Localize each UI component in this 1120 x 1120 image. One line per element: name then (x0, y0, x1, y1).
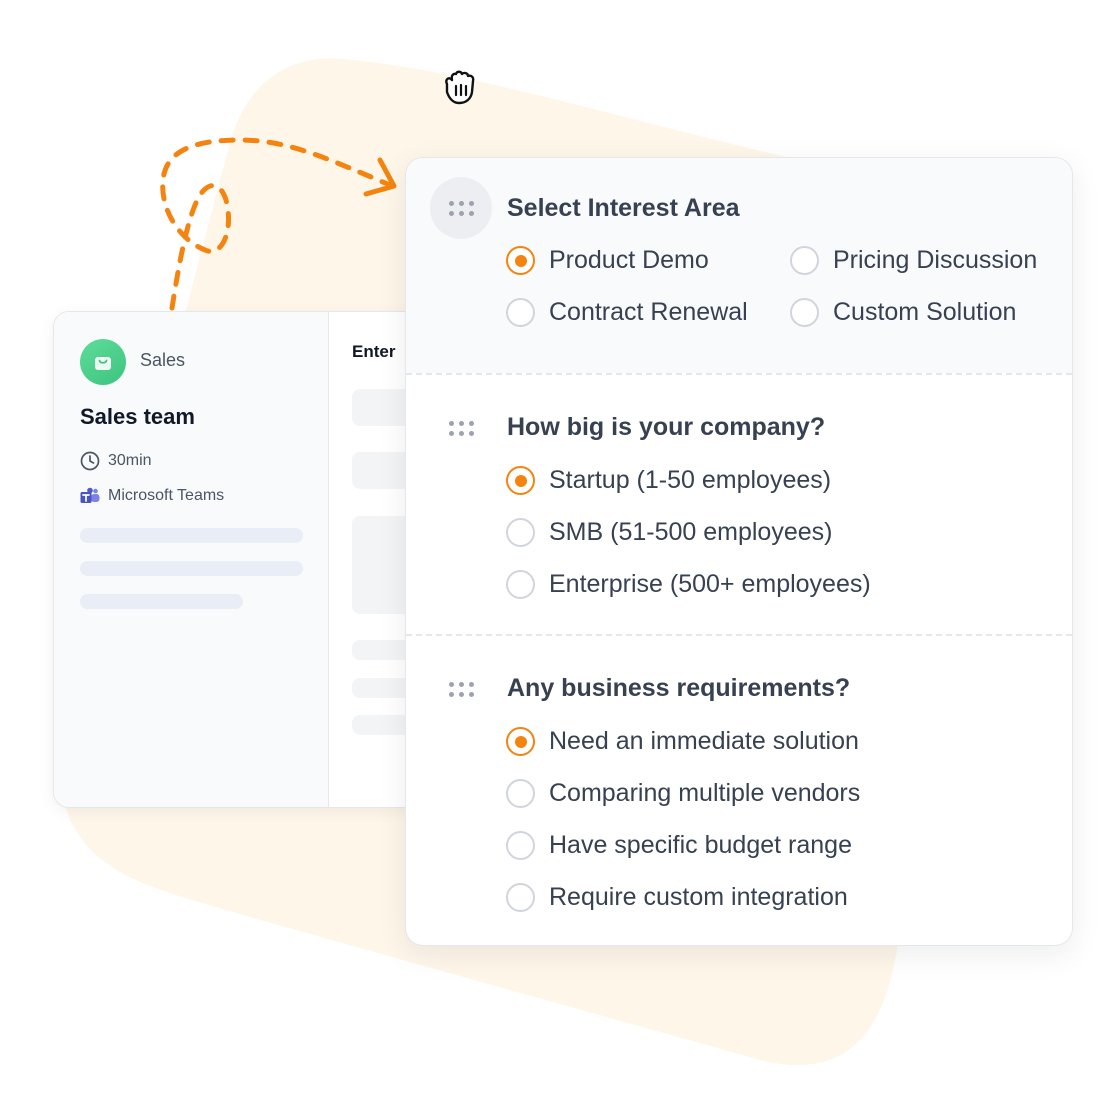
event-summary-panel: Sales Sales team 30min Microsoft Teams (54, 312, 329, 807)
radio-button-checked[interactable] (506, 466, 535, 495)
radio-option[interactable]: Need an immediate solution (506, 727, 859, 756)
radio-option[interactable]: Contract Renewal (506, 298, 748, 327)
question-title: How big is your company? (507, 413, 826, 441)
placeholder-line (80, 528, 303, 543)
option-label: Contract Renewal (549, 298, 748, 326)
duration-row: 30min (80, 451, 152, 471)
option-label: Enterprise (500+ employees) (549, 570, 871, 598)
question-title: Select Interest Area (507, 194, 740, 222)
radio-option[interactable]: Custom Solution (790, 298, 1016, 327)
option-label: Require custom integration (549, 883, 848, 911)
radio-option[interactable]: Have specific budget range (506, 831, 852, 860)
radio-button[interactable] (506, 570, 535, 599)
radio-option[interactable]: Require custom integration (506, 883, 848, 912)
radio-button[interactable] (506, 298, 535, 327)
question-title: Any business requirements? (507, 674, 851, 702)
option-label: Startup (1-50 employees) (549, 466, 832, 494)
shopping-bag-icon (80, 339, 126, 385)
platform-label: Microsoft Teams (108, 487, 225, 504)
details-heading: Enter (352, 342, 396, 361)
option-label: Product Demo (549, 246, 709, 274)
radio-button[interactable] (506, 831, 535, 860)
question-block: Select Interest Area Product Demo Pricin… (406, 158, 1072, 373)
platform-row: Microsoft Teams (80, 487, 224, 505)
question-block: How big is your company? Startup (1-50 e… (406, 373, 1072, 634)
radio-option[interactable]: Comparing multiple vendors (506, 779, 860, 808)
option-label: Pricing Discussion (833, 246, 1038, 274)
option-label: Have specific budget range (549, 831, 852, 859)
radio-option[interactable]: SMB (51-500 employees) (506, 518, 832, 547)
radio-option[interactable]: Pricing Discussion (790, 246, 1037, 275)
option-label: SMB (51-500 employees) (549, 518, 833, 546)
radio-button-checked[interactable] (506, 246, 535, 275)
radio-option[interactable]: Enterprise (500+ employees) (506, 570, 871, 599)
clock-icon (80, 451, 100, 471)
radio-button[interactable] (790, 246, 819, 275)
radio-button[interactable] (506, 518, 535, 547)
radio-button[interactable] (506, 883, 535, 912)
drag-dots-icon[interactable] (430, 177, 492, 239)
radio-button-checked[interactable] (506, 727, 535, 756)
duration-label: 30min (108, 452, 152, 469)
drag-dots-icon[interactable] (430, 397, 492, 459)
app-name: Sales (140, 350, 186, 370)
question-form-card: Select Interest Area Product Demo Pricin… (405, 157, 1073, 946)
radio-option[interactable]: Product Demo (506, 246, 709, 275)
question-block: Any business requirements? Need an immed… (406, 634, 1072, 945)
option-label: Need an immediate solution (549, 727, 859, 755)
placeholder-line (80, 561, 303, 576)
grab-hand-icon (445, 70, 475, 105)
drag-dots-icon[interactable] (430, 658, 492, 720)
radio-button[interactable] (790, 298, 819, 327)
radio-button[interactable] (506, 779, 535, 808)
option-label: Custom Solution (833, 298, 1017, 326)
option-label: Comparing multiple vendors (549, 779, 861, 807)
microsoft-teams-icon (80, 487, 100, 503)
placeholder-line (80, 594, 243, 609)
radio-option[interactable]: Startup (1-50 employees) (506, 466, 831, 495)
event-title: Sales team (80, 404, 195, 429)
